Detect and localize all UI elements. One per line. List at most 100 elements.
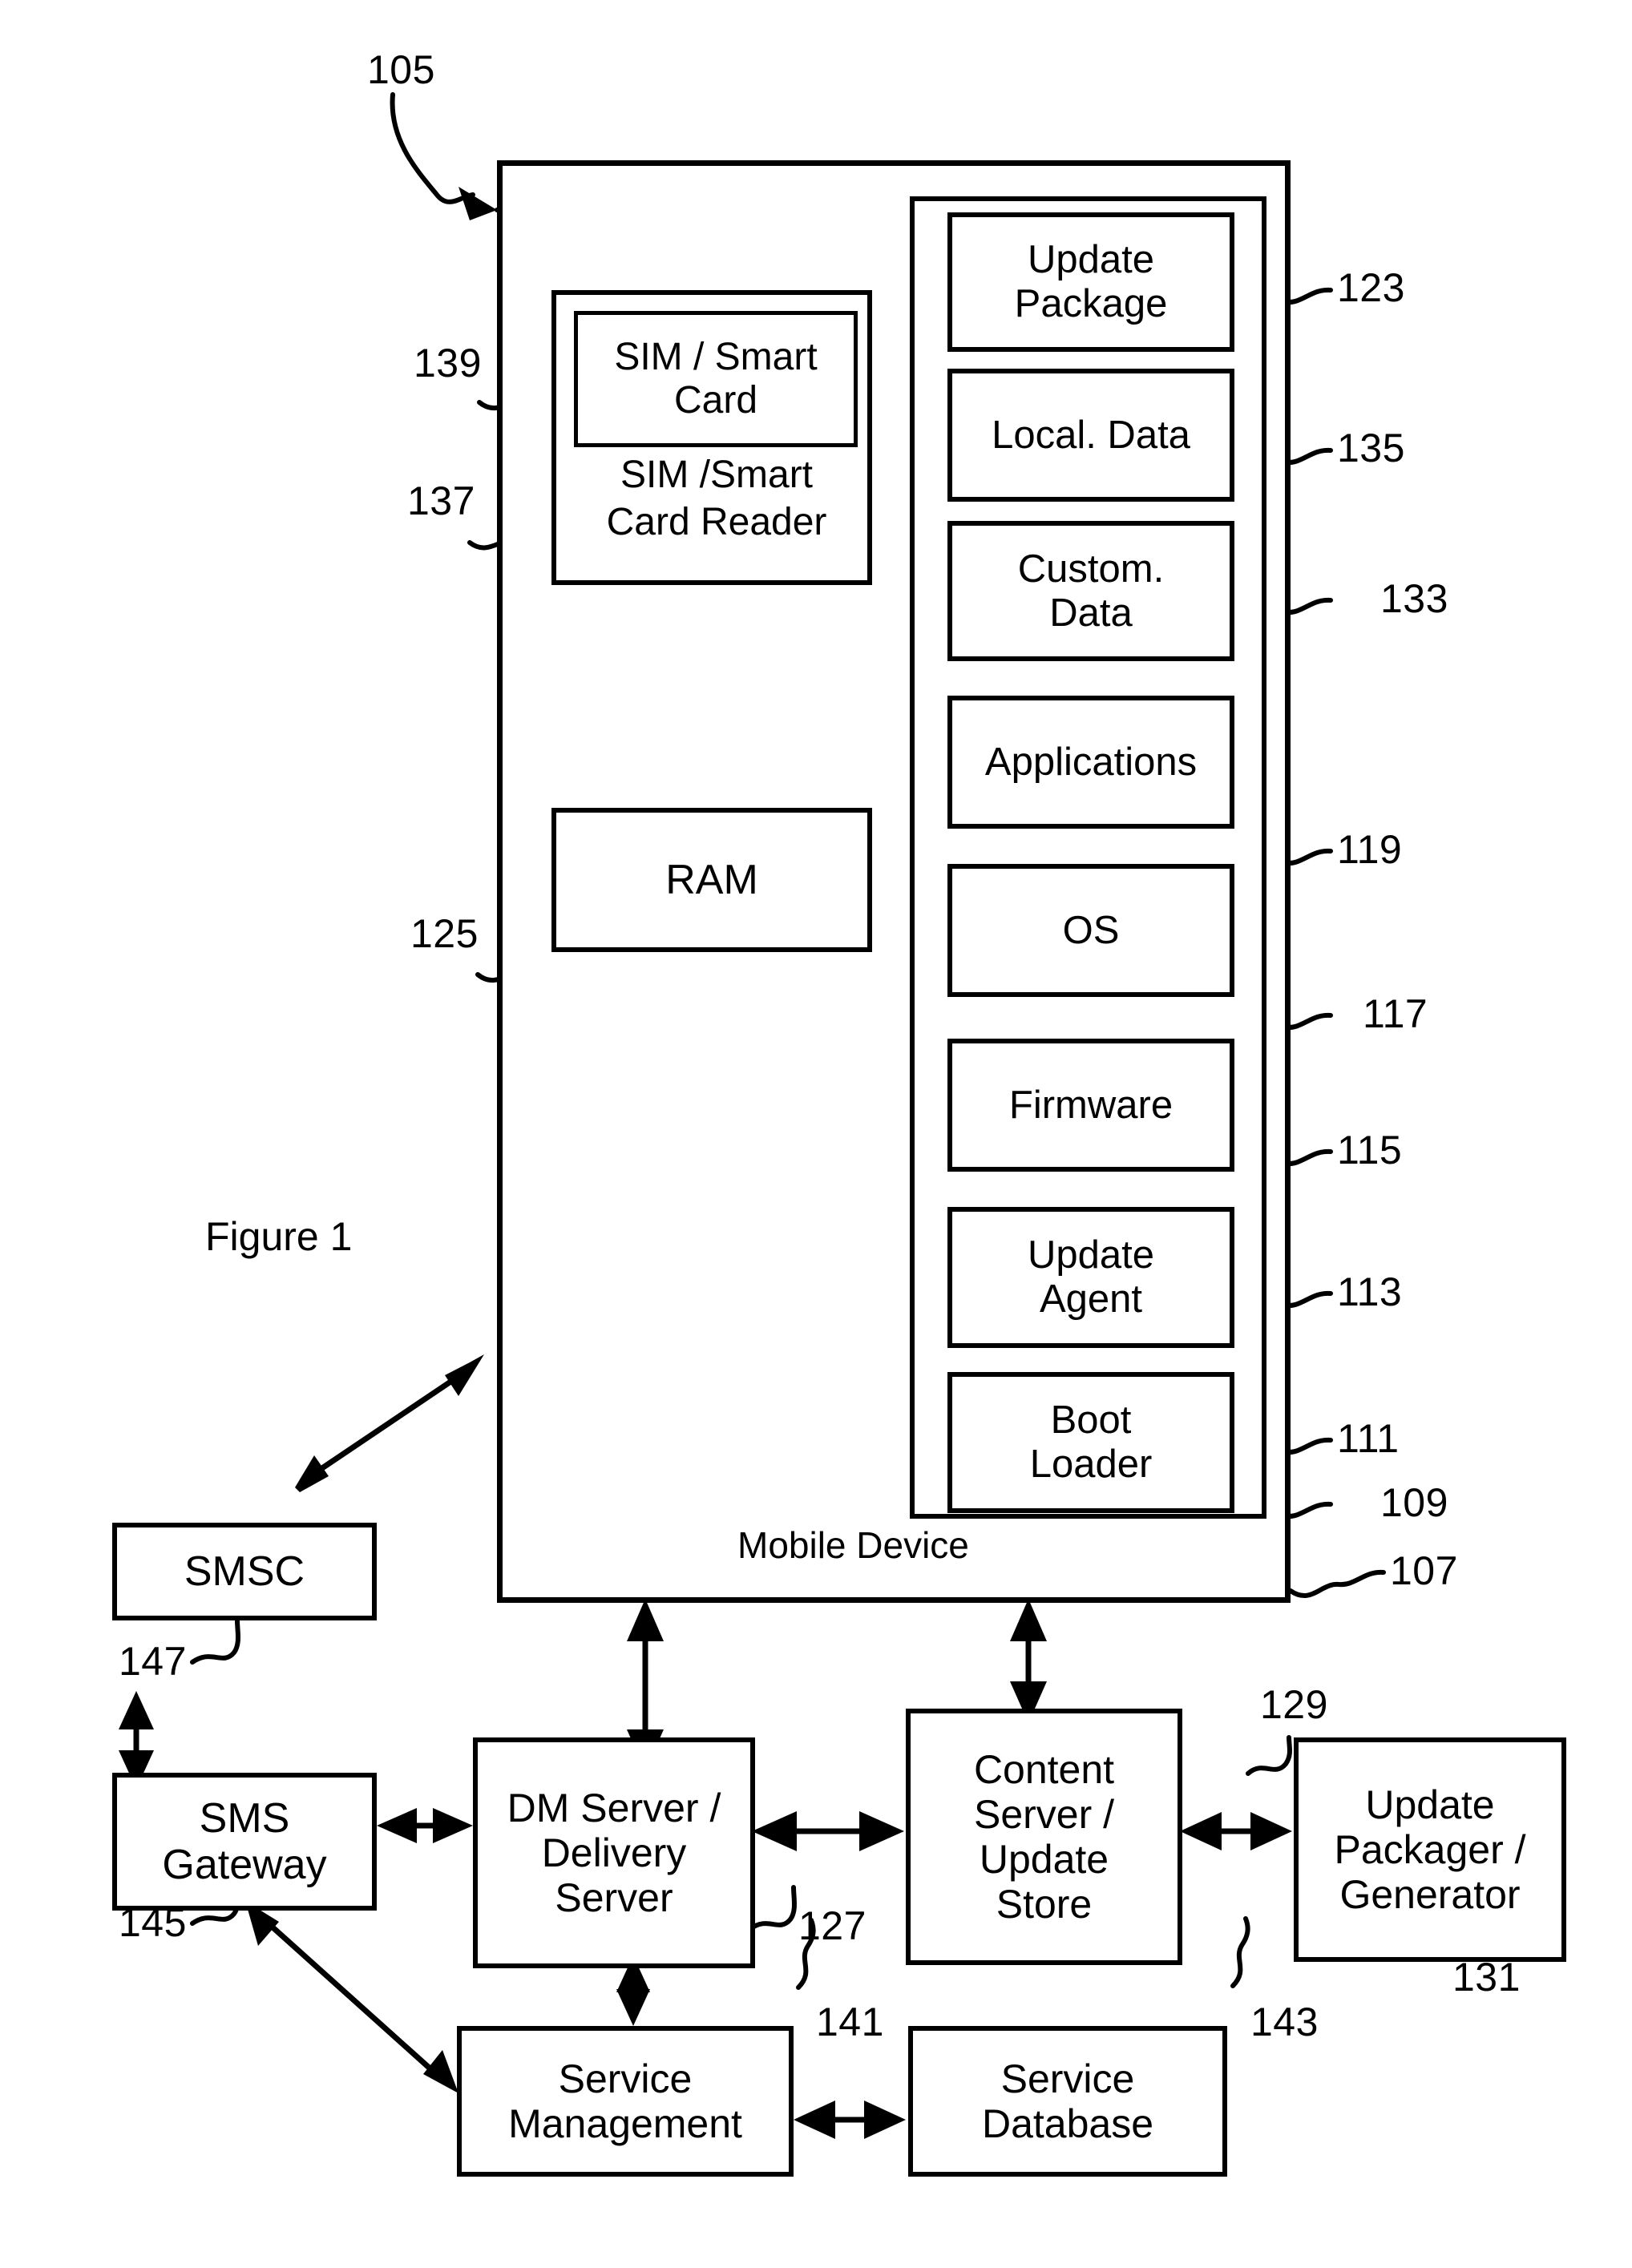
sms-gateway-label-line1: SMS [199, 1794, 290, 1842]
service-database-block: Service Database [908, 2026, 1227, 2177]
smsc-gateway-arrow-up [119, 1691, 154, 1729]
ref-number-131: 131 [1452, 1955, 1521, 2000]
service-management-label-line1: Service [558, 2056, 693, 2101]
content-server-label-line3: Update [979, 1837, 1109, 1882]
memory-block-applications: Applications [947, 696, 1234, 829]
memory-block-line1: Custom. [1017, 547, 1165, 591]
sms-gateway-label-line2: Gateway [162, 1842, 327, 1888]
sms-gateway-block: SMS Gateway [112, 1773, 377, 1911]
ref-105-leader [390, 92, 475, 204]
sim-card-label-line2: Card [673, 379, 758, 422]
memory-block-line1: Local. Data [992, 413, 1190, 457]
content-server-block: Content Server / Update Store [906, 1709, 1182, 1965]
dm-server-label-line3: Server [555, 1875, 673, 1920]
gateway-dmserver-arrow-right [433, 1808, 473, 1843]
memory-block-line2: Agent [1039, 1277, 1143, 1321]
dmserver-contentserver-arrow-left [752, 1811, 797, 1851]
memory-block-firmware: Firmware [947, 1039, 1234, 1172]
memory-block-custom-data: Custom. Data [947, 521, 1234, 661]
ref-number-117: 117 [1363, 991, 1428, 1036]
ref-number-123: 123 [1337, 265, 1405, 310]
ref-105-arrowhead [458, 187, 497, 220]
sim-reader-label-line1: SIM /Smart [620, 454, 814, 496]
memory-block-line1: Update [1027, 1233, 1154, 1277]
device-dmserver-arrow-up [627, 1599, 664, 1641]
content-server-label-line1: Content [973, 1747, 1115, 1792]
memory-block-line2: Data [1049, 591, 1133, 635]
ram-label: RAM [665, 856, 758, 903]
ref-number-109: 109 [1380, 1480, 1448, 1525]
patent-figure-page: Mobile Device SIM / Smart Card SIM /Smar… [0, 0, 1632, 2268]
memory-block-update-package: Update Package [947, 212, 1234, 352]
smsc-device-line [301, 1366, 471, 1483]
contentserver-packager-arrow-left [1180, 1812, 1222, 1850]
ref-number-147: 147 [119, 1639, 187, 1684]
dm-server-label-line2: Delivery [541, 1830, 687, 1875]
update-packager-label-line3: Generator [1339, 1872, 1521, 1917]
ref-number-125: 125 [410, 911, 479, 956]
contentserver-packager-arrow-right [1250, 1812, 1292, 1850]
update-packager-label-line2: Packager / [1334, 1827, 1526, 1872]
smsc-label: SMSC [184, 1548, 305, 1595]
memory-block-line1: Boot [1050, 1398, 1132, 1443]
ref-127-leader [748, 1885, 797, 1931]
memory-block-line1: Update [1027, 238, 1154, 282]
memory-block-boot-loader: Boot Loader [947, 1372, 1234, 1513]
ref-number-143: 143 [1250, 2000, 1319, 2044]
device-contentserver-arrow-up [1010, 1599, 1047, 1641]
ref-number-141: 141 [816, 2000, 884, 2044]
memory-block-line1: Firmware [1008, 1083, 1174, 1127]
sim-reader-label: SIM /Smart Card Reader [556, 452, 877, 546]
service-database-label-line2: Database [981, 2101, 1154, 2146]
memory-block-update-agent: Update Agent [947, 1207, 1234, 1348]
ref-number-107: 107 [1390, 1548, 1458, 1593]
service-database-label-line1: Service [1000, 2056, 1135, 2101]
dmserver-servicemgmt-arrow-down [616, 1989, 650, 2026]
ref-number-145: 145 [119, 1900, 187, 1945]
ram-block: RAM [551, 808, 872, 952]
sim-reader-label-line2: Card Reader [606, 500, 827, 543]
ref-number-135: 135 [1337, 426, 1405, 470]
ref-number-111: 111 [1337, 1416, 1400, 1461]
update-packager-label-line1: Update [1365, 1782, 1495, 1827]
ref-number-133: 133 [1380, 576, 1448, 621]
smsc-device-arrowhead-bottom [295, 1455, 329, 1492]
mobile-device-label: Mobile Device [737, 1524, 969, 1566]
servicemgmt-servicedb-arrow-left [794, 2101, 835, 2139]
ref-number-127: 127 [798, 1903, 866, 1948]
memory-block-line1: OS [1062, 908, 1120, 952]
service-management-label-line2: Management [508, 2101, 742, 2146]
gateway-servicemgmt-line [252, 1909, 445, 2082]
dm-server-block: DM Server / Delivery Server [473, 1737, 755, 1968]
smsc-block: SMSC [112, 1523, 377, 1620]
ref-129-leader [1246, 1735, 1292, 1776]
memory-block-os: OS [947, 864, 1234, 997]
memory-block-local-data: Local. Data [947, 369, 1234, 502]
figure-caption: Figure 1 [205, 1214, 353, 1259]
sim-smart-card-block: SIM / Smart Card [574, 311, 858, 447]
ref-143-leader [1230, 1916, 1250, 1988]
update-packager-block: Update Packager / Generator [1294, 1737, 1566, 1962]
dmserver-contentserver-arrow-right [859, 1811, 904, 1851]
ref-number-139: 139 [414, 341, 482, 385]
gateway-dmserver-arrow-left [377, 1808, 417, 1843]
ref-147-leader [190, 1618, 240, 1665]
ref-number-105: 105 [367, 47, 435, 92]
ref-107-leader [1288, 1569, 1386, 1598]
ref-number-113: 113 [1337, 1269, 1403, 1314]
servicemgmt-servicedb-arrow-right [864, 2101, 906, 2139]
memory-block-line2: Package [1014, 282, 1168, 325]
sim-smart-card-reader-block: SIM / Smart Card SIM /Smart Card Reader [551, 290, 872, 585]
content-server-label-line2: Server / [973, 1792, 1115, 1837]
ref-number-119: 119 [1337, 827, 1403, 872]
smsc-device-arrowhead-top [445, 1354, 484, 1396]
dm-server-label-line1: DM Server / [507, 1786, 721, 1830]
content-server-label-line4: Store [996, 1882, 1093, 1927]
service-management-block: Service Management [457, 2026, 794, 2177]
ref-number-115: 115 [1337, 1128, 1403, 1172]
sim-card-label-line1: SIM / Smart [614, 336, 818, 379]
memory-block-line1: Applications [984, 740, 1198, 784]
memory-block-line2: Loader [1029, 1443, 1153, 1486]
ref-number-137: 137 [407, 478, 475, 523]
gateway-servicemgmt-arrow-bottomright [423, 2050, 458, 2093]
